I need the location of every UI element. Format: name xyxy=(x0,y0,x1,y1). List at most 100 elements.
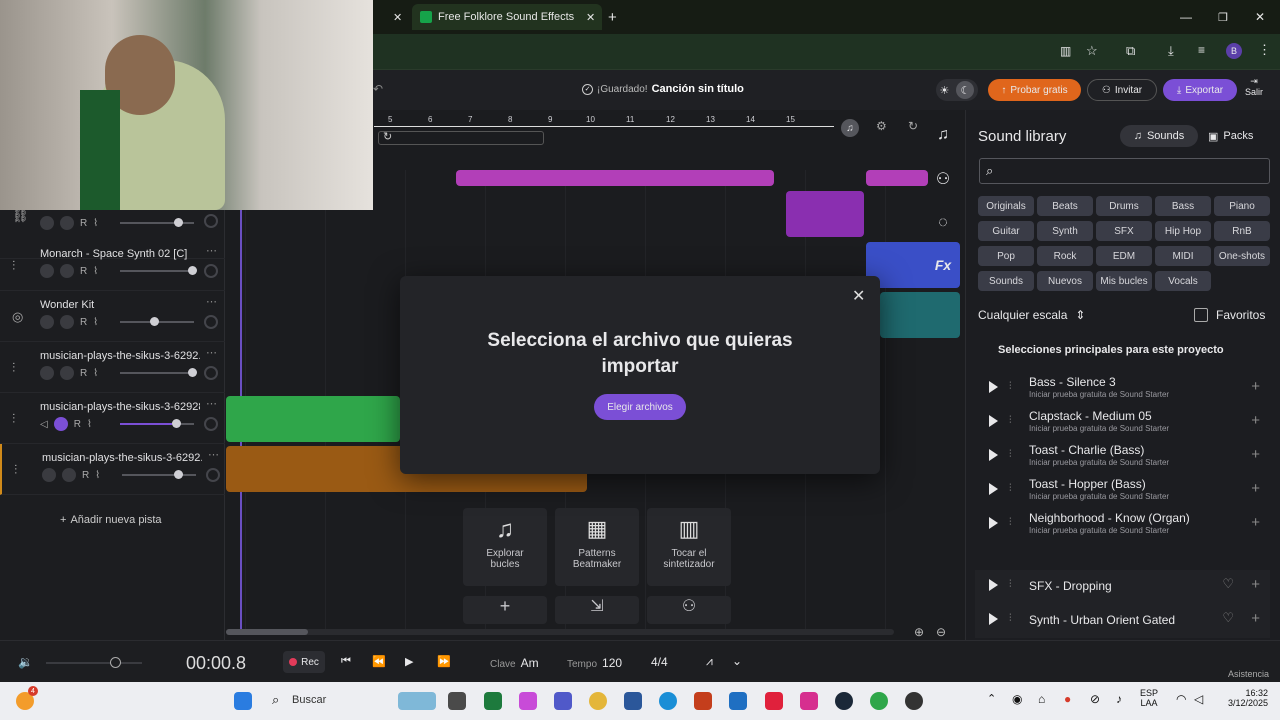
master-volume-slider[interactable] xyxy=(46,657,142,668)
invite-button[interactable]: ⚇ Invitar xyxy=(1087,79,1157,101)
fx-icon[interactable]: Fx xyxy=(928,250,958,280)
close-icon[interactable]: ✕ xyxy=(586,11,595,24)
audio-clip-pink[interactable] xyxy=(456,170,774,186)
pan-knob[interactable] xyxy=(204,264,218,278)
redo-icon[interactable]: ↻ xyxy=(908,119,918,133)
headphones-icon[interactable] xyxy=(60,366,74,380)
chevron-down-icon[interactable]: ⌄ xyxy=(732,654,742,668)
try-free-button[interactable]: ↑ Probar gratis xyxy=(988,79,1081,101)
mute-button[interactable] xyxy=(40,216,54,230)
heart-icon[interactable]: ♡ xyxy=(1222,610,1234,626)
sound-subtitle[interactable]: Iniciar prueba gratuita de Sound Starter xyxy=(1029,390,1169,399)
excel-icon[interactable] xyxy=(484,692,502,710)
tab-packs[interactable]: ▣ Packs xyxy=(1208,125,1253,147)
settings-icon[interactable]: ⚙ xyxy=(876,119,887,133)
mute-button[interactable] xyxy=(40,366,54,380)
headphones-icon[interactable] xyxy=(62,468,76,482)
headphones-icon[interactable] xyxy=(60,264,74,278)
speaker-icon[interactable]: ◁ xyxy=(1194,692,1203,706)
track-row[interactable]: ⫶ musician-plays-the-sikus-3-6292... ⋯ R ⌇ xyxy=(0,444,225,495)
category-chip[interactable]: Originals xyxy=(978,196,1034,216)
wifi-icon[interactable]: ◠ xyxy=(1176,692,1186,706)
steam-icon[interactable] xyxy=(835,692,853,710)
task-view-icon[interactable] xyxy=(448,692,466,710)
play-icon[interactable] xyxy=(989,415,998,427)
new-tab-icon[interactable]: + xyxy=(608,4,628,30)
volume-slider[interactable] xyxy=(122,470,196,479)
more-icon[interactable]: ⋯ xyxy=(206,244,217,257)
automation-icon[interactable]: ⌇ xyxy=(93,218,98,229)
volume-slider[interactable] xyxy=(120,266,197,275)
automation-icon[interactable]: ⌇ xyxy=(95,470,100,481)
add-icon[interactable]: + xyxy=(1251,610,1260,627)
sound-subtitle[interactable]: Iniciar prueba gratuita de Sound Starter xyxy=(1029,492,1169,501)
category-chip[interactable]: Pop xyxy=(978,246,1034,266)
chat-icon[interactable]: ◌ xyxy=(928,208,958,238)
loop-region[interactable]: ↻ xyxy=(378,131,544,145)
skip-start-icon[interactable]: ⏮ xyxy=(341,655,351,668)
chrome-profile-icon[interactable] xyxy=(870,692,888,710)
chrome-icon[interactable] xyxy=(589,692,607,710)
category-chip[interactable]: Hip Hop xyxy=(1155,221,1211,241)
language-indicator[interactable]: ESP LAA xyxy=(1140,688,1158,708)
record-arm-button[interactable]: R xyxy=(80,266,87,277)
edge-icon[interactable] xyxy=(659,692,677,710)
song-title[interactable]: Canción sin título xyxy=(652,83,744,95)
sound-subtitle[interactable]: Iniciar prueba gratuita de Sound Starter xyxy=(1029,424,1169,433)
record-arm-button[interactable]: R xyxy=(80,368,87,379)
category-chip[interactable]: Drums xyxy=(1096,196,1152,216)
profile-avatar[interactable]: B xyxy=(1226,43,1242,59)
close-icon[interactable]: ✕ xyxy=(852,286,865,306)
record-arm-button[interactable]: R xyxy=(80,218,87,229)
category-chip[interactable]: Synth xyxy=(1037,221,1093,241)
category-chip[interactable]: Rock xyxy=(1037,246,1093,266)
add-icon[interactable]: + xyxy=(1251,412,1260,429)
scale-select[interactable]: Cualquier escala ⇕ xyxy=(978,308,1085,322)
add-icon[interactable]: + xyxy=(1251,576,1260,593)
audio-clip-pink[interactable] xyxy=(866,170,928,186)
category-chip[interactable]: RnB xyxy=(1214,221,1270,241)
play-icon[interactable] xyxy=(989,449,998,461)
pan-knob[interactable] xyxy=(204,366,218,380)
add-icon[interactable]: + xyxy=(1251,480,1260,497)
sound-subtitle[interactable]: Iniciar prueba gratuita de Sound Starter xyxy=(1029,526,1169,535)
category-chip[interactable]: Mis bucles xyxy=(1096,271,1152,291)
volume-slider[interactable] xyxy=(120,368,197,377)
time-signature[interactable]: 4/4 xyxy=(651,655,668,669)
tray-icon[interactable]: ◉ xyxy=(1012,692,1022,706)
pan-knob[interactable] xyxy=(204,315,218,329)
key-selector[interactable]: Clave Am xyxy=(490,656,539,670)
collaborators-icon[interactable]: ⚇ xyxy=(928,164,958,194)
assist-label[interactable]: Asistencia xyxy=(1228,669,1269,679)
antivirus-icon[interactable]: ● xyxy=(1064,692,1071,706)
teams-icon[interactable] xyxy=(554,692,572,710)
add-icon[interactable]: + xyxy=(1251,446,1260,463)
sound-item[interactable]: ⫶ Bass - Silence 3 Iniciar prueba gratuita… xyxy=(975,372,1270,406)
record-arm-button[interactable]: R xyxy=(82,470,89,481)
category-chip[interactable]: Vocals xyxy=(1155,271,1211,291)
favorites-toggle[interactable]: Favoritos xyxy=(1194,308,1265,322)
window-close-icon[interactable]: ✕ xyxy=(1255,4,1265,30)
close-icon[interactable]: ✕ xyxy=(393,11,402,24)
audio-clip-teal[interactable] xyxy=(880,292,960,338)
category-chip[interactable]: SFX xyxy=(1096,221,1152,241)
track-name[interactable]: musician-plays-the-sikus-3-6292... xyxy=(42,452,202,464)
invite-tool-button[interactable]: ⚇ xyxy=(647,596,731,624)
tab-close-prev[interactable]: ✕ xyxy=(373,4,405,30)
category-chip[interactable]: EDM xyxy=(1096,246,1152,266)
sound-item[interactable]: ⫶ Synth - Urban Orient Gated ♡ + xyxy=(975,604,1270,638)
import-tool-button[interactable]: ⇲ xyxy=(555,596,639,624)
volume-icon[interactable]: 🔉 xyxy=(18,655,33,669)
record-arm-button[interactable]: R xyxy=(74,419,81,430)
audio-clip-green[interactable] xyxy=(226,396,400,442)
mute-button[interactable] xyxy=(40,315,54,329)
track-row[interactable]: ⫶ Monarch - Space Synth 02 [C] ⋯ R ⌇ xyxy=(0,240,225,291)
explore-loops-button[interactable]: ♫ Explorar bucles xyxy=(463,508,547,586)
volume-slider[interactable] xyxy=(120,419,194,428)
heart-icon[interactable]: ♡ xyxy=(1222,576,1234,592)
headphones-icon[interactable] xyxy=(60,216,74,230)
headphones-icon[interactable] xyxy=(53,417,68,431)
volume-slider[interactable] xyxy=(120,218,194,227)
taskbar-search[interactable]: Buscar xyxy=(292,694,326,706)
undo-icon[interactable]: ↶ xyxy=(373,82,383,96)
